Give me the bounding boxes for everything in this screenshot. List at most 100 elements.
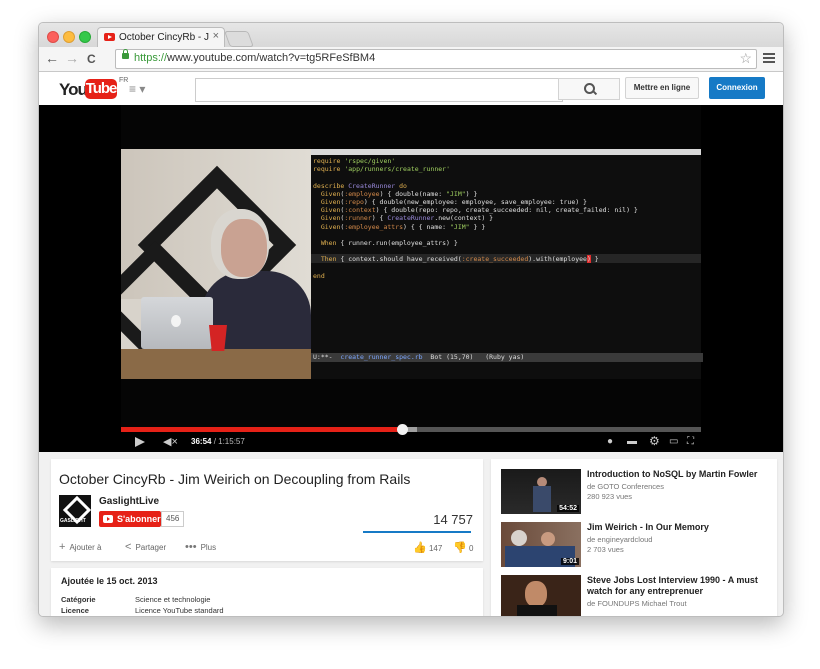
related-channel: de engineyardcloud: [587, 535, 653, 544]
related-video-item[interactable]: 54:52 Introduction to NoSQL by Martin Fo…: [501, 469, 771, 515]
like-button[interactable]: 👍 147: [413, 541, 442, 554]
minimize-window-button[interactable]: [63, 31, 75, 43]
plus-icon: +: [59, 541, 66, 553]
youtube-play-icon: [103, 515, 113, 523]
search-button[interactable]: [558, 78, 620, 100]
theater-mode-icon[interactable]: ▭: [669, 436, 678, 447]
related-views: 280 923 vues: [587, 492, 633, 501]
upload-button[interactable]: Mettre en ligne: [625, 77, 699, 99]
share-icon: <: [125, 541, 132, 553]
more-button[interactable]: ••• Plus: [185, 541, 216, 553]
time-display: 36:54 / 1:15:57: [191, 437, 245, 446]
more-label: Plus: [200, 543, 217, 552]
url-scheme: https://: [134, 52, 168, 64]
back-arrow-icon[interactable]: ←: [45, 50, 59, 66]
like-count: 147: [428, 544, 443, 553]
new-tab-button[interactable]: [224, 31, 254, 47]
video-player[interactable]: require 'rspec/given' require 'app/runne…: [121, 105, 703, 431]
modeline-prefix: U:**-: [313, 353, 341, 361]
url-text: www.youtube.com/watch?v=tg5RFeSfBM4: [167, 52, 376, 64]
browser-tab[interactable]: October CincyRb - Jim Weir ×: [97, 27, 225, 48]
annotations-icon[interactable]: ●: [607, 436, 613, 447]
browser-toolbar: ← → C https://www.youtube.com/watch?v=tg…: [39, 47, 783, 72]
tab-close-icon[interactable]: ×: [213, 30, 219, 42]
settings-gear-icon[interactable]: ⚙: [649, 434, 660, 448]
related-title[interactable]: Steve Jobs Lost Interview 1990 - A must …: [587, 575, 767, 597]
related-video-item[interactable]: Steve Jobs Lost Interview 1990 - A must …: [501, 575, 771, 616]
speaker-video-frame: [121, 149, 311, 379]
thumbs-up-icon: 👍: [413, 542, 427, 554]
dislike-button[interactable]: 👎 0: [453, 541, 473, 554]
close-window-button[interactable]: [47, 31, 59, 43]
forward-arrow-icon[interactable]: →: [65, 50, 79, 66]
subtitles-icon[interactable]: ▬: [627, 436, 637, 447]
video-duration: 54:52: [557, 505, 579, 512]
related-channel: de FOUNDUPS Michael Trout: [587, 599, 687, 608]
watch-page-body: October CincyRb - Jim Weirich on Decoupl…: [39, 452, 783, 616]
modeline-status: Bot (15,70) (Ruby yas): [422, 353, 525, 361]
editor-modeline: U:**- create_runner_spec.rb Bot (15,70) …: [311, 353, 703, 362]
view-count: 14 757: [433, 512, 473, 527]
lock-icon: [122, 49, 129, 59]
add-to-button[interactable]: + Ajouter à: [59, 541, 101, 553]
video-duration: 9:01: [560, 558, 579, 565]
total-time: / 1:15:57: [211, 437, 245, 446]
related-views: 2 703 vues: [587, 545, 624, 554]
tab-strip: October CincyRb - Jim Weir ×: [39, 23, 783, 48]
related-title[interactable]: Jim Weirich - In Our Memory: [587, 522, 767, 533]
channel-avatar[interactable]: GASLIGHT: [59, 495, 92, 527]
logo-you-text: You: [59, 80, 88, 99]
search-input[interactable]: [195, 78, 563, 102]
related-videos-sidebar: 54:52 Introduction to NoSQL by Martin Fo…: [491, 459, 777, 616]
share-label: Partager: [135, 543, 167, 552]
add-to-label: Ajouter à: [69, 543, 102, 552]
video-description-card: Ajoutée le 15 oct. 2013 Catégorie Scienc…: [51, 568, 483, 616]
subscribe-label: S'abonner: [117, 514, 161, 524]
apple-logo-icon: [171, 315, 181, 327]
guide-menu-icon[interactable]: ≡ ▾: [129, 82, 145, 96]
browser-window: October CincyRb - Jim Weir × ← → C https…: [38, 22, 784, 617]
address-bar[interactable]: https://www.youtube.com/watch?v=tg5RFeSf…: [115, 49, 757, 69]
logo-tube-text: Tube: [85, 79, 117, 99]
related-thumbnail[interactable]: 54:52: [501, 469, 581, 514]
tab-title: October CincyRb - Jim Weir: [119, 32, 209, 43]
region-label: FR: [119, 77, 129, 84]
chrome-menu-icon[interactable]: [763, 51, 775, 65]
zoom-window-button[interactable]: [79, 31, 91, 43]
related-channel: de GOTO Conferences: [587, 482, 664, 491]
channel-logo-text: GASLIGHT: [60, 518, 86, 524]
publish-date: Ajoutée le 15 oct. 2013: [61, 576, 158, 586]
video-info-card: October CincyRb - Jim Weirich on Decoupl…: [51, 459, 483, 561]
meta-key-category: Catégorie: [61, 595, 96, 604]
code-text: require 'rspec/given' require 'app/runne…: [313, 157, 638, 280]
meta-value-category[interactable]: Science et technologie: [135, 595, 210, 604]
dislike-count: 0: [468, 544, 474, 553]
related-thumbnail[interactable]: 9:01: [501, 522, 581, 567]
related-video-item[interactable]: 9:01 Jim Weirich - In Our Memory de engi…: [501, 522, 771, 568]
video-title: October CincyRb - Jim Weirich on Decoupl…: [59, 471, 411, 487]
related-thumbnail[interactable]: [501, 575, 581, 616]
current-time: 36:54: [191, 437, 212, 446]
more-dots-icon: •••: [185, 541, 197, 553]
modeline-file: create_runner_spec.rb: [340, 353, 423, 361]
play-icon[interactable]: [135, 437, 145, 447]
fullscreen-icon[interactable]: ⛶: [687, 436, 694, 447]
meta-key-license: Licence: [61, 606, 89, 615]
subscriber-count: 456: [161, 511, 185, 527]
bookmark-star-icon[interactable]: ☆: [739, 50, 752, 67]
youtube-favicon-icon: [104, 33, 115, 41]
red-cup-image: [209, 325, 227, 351]
channel-name[interactable]: GaslightLive: [99, 496, 159, 507]
reload-icon[interactable]: C: [87, 52, 96, 66]
mute-icon[interactable]: ◀×: [163, 435, 178, 448]
subscribe-button[interactable]: S'abonner: [99, 511, 161, 527]
meta-value-license: Licence YouTube standard: [135, 606, 224, 615]
share-button[interactable]: < Partager: [125, 541, 166, 553]
youtube-masthead: You Tube FR ≡ ▾ Mettre en ligne Connexio…: [39, 72, 783, 106]
signin-button[interactable]: Connexion: [709, 77, 765, 99]
thumbs-down-icon: 👎: [453, 542, 467, 554]
code-editor-frame: require 'rspec/given' require 'app/runne…: [311, 149, 703, 379]
like-ratio-bar: [363, 531, 471, 533]
search-icon: [584, 83, 595, 94]
related-title[interactable]: Introduction to NoSQL by Martin Fowler: [587, 469, 767, 480]
